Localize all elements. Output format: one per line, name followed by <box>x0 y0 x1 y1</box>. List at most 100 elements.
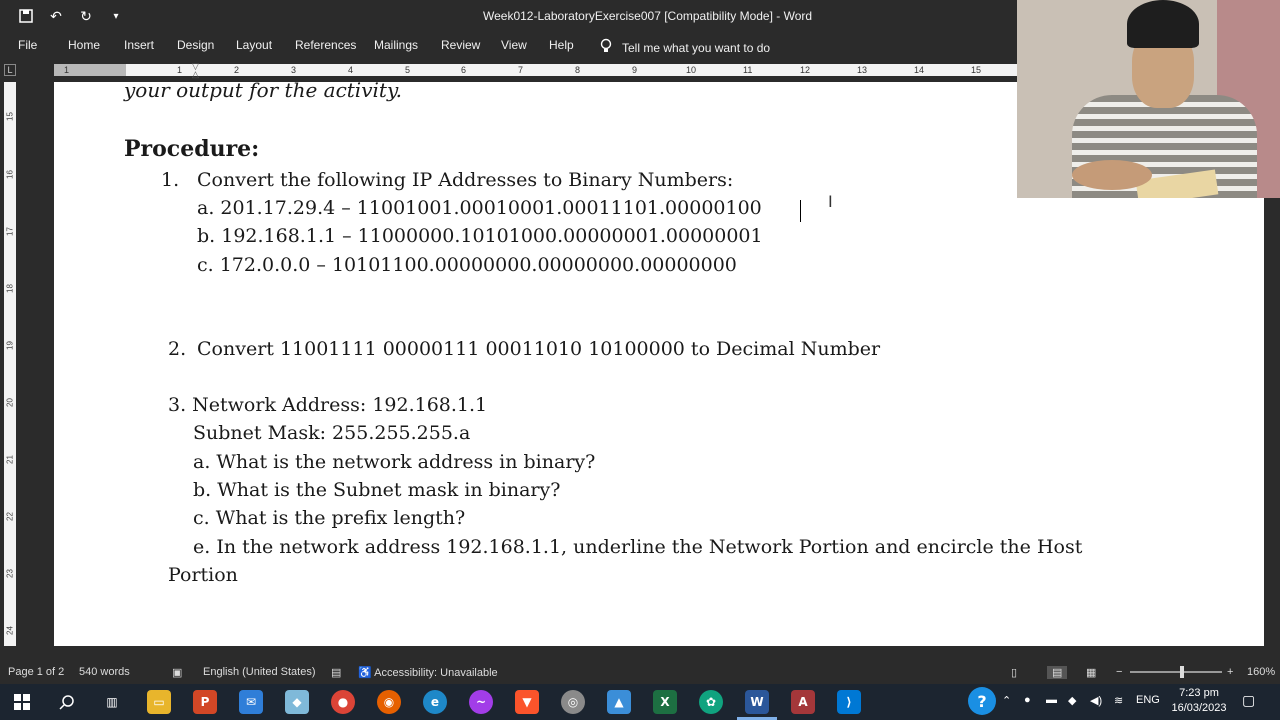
messenger-icon[interactable]: ~ <box>469 690 493 714</box>
wifi-icon[interactable]: ≋ <box>1114 694 1123 707</box>
tab-selector[interactable]: L <box>4 64 16 76</box>
notes-app-icon[interactable]: ◆ <box>285 690 309 714</box>
network-tray-icon[interactable]: ▬ <box>1046 694 1057 706</box>
input-language[interactable]: ENG <box>1136 694 1160 706</box>
ruler-number: 5 <box>405 65 411 75</box>
edge-icon[interactable]: e <box>423 690 447 714</box>
clock-time: 7:23 pm <box>1179 687 1219 699</box>
web-layout-icon[interactable]: ▦ <box>1086 666 1096 679</box>
tell-me-label: Tell me what you want to do <box>622 40 771 55</box>
vpn-app-icon[interactable]: ◎ <box>561 690 585 714</box>
tab-review[interactable]: Review <box>441 38 480 52</box>
item1-c: c. 172.0.0.0 – 10101100.00000000.0000000… <box>197 254 737 276</box>
macro-icon[interactable]: ▤ <box>331 666 341 679</box>
tab-references[interactable]: References <box>295 38 356 52</box>
webcam-person-cap <box>1127 0 1199 48</box>
photos-icon[interactable]: ▲ <box>607 690 631 714</box>
customize-qat-icon[interactable]: ▾ <box>106 6 126 26</box>
proofing-icon[interactable]: ▣ <box>172 666 182 679</box>
vruler-number: 17 <box>5 227 15 236</box>
item3-b: b. What is the Subnet mask in binary? <box>193 479 561 501</box>
ruler-number: 2 <box>234 65 240 75</box>
search-icon[interactable] <box>55 690 79 714</box>
chrome-icon[interactable]: ● <box>331 690 355 714</box>
taskbar: ▥ ▭ P ✉ ◆ ● ◉ e ~ ▼ ◎ ▲ X ✿ W A ⟩ ? ⌃ ● … <box>0 684 1280 720</box>
ruler-number: 11 <box>743 65 753 75</box>
redo-icon[interactable]: ↻ <box>76 6 96 26</box>
zoom-slider-thumb[interactable] <box>1180 666 1184 678</box>
ruler-number: 15 <box>971 65 982 75</box>
microphone-icon[interactable]: ● <box>1024 694 1031 706</box>
access-icon[interactable]: A <box>791 690 815 714</box>
ruler-number: 10 <box>686 65 697 75</box>
item3-network-address: 3. Network Address: 192.168.1.1 <box>168 394 488 416</box>
ruler-number: 6 <box>461 65 467 75</box>
brave-icon[interactable]: ▼ <box>515 690 539 714</box>
tab-mailings[interactable]: Mailings <box>374 38 418 52</box>
vruler-number: 22 <box>5 512 15 521</box>
save-icon[interactable] <box>16 6 36 26</box>
read-mode-icon[interactable]: ▯ <box>1011 666 1017 679</box>
vruler-number: 23 <box>5 569 15 578</box>
item3-c: c. What is the prefix length? <box>193 507 466 529</box>
tab-layout[interactable]: Layout <box>236 38 272 52</box>
tell-me-search[interactable]: Tell me what you want to do <box>600 38 770 57</box>
tab-file[interactable]: File <box>18 38 37 52</box>
word-count[interactable]: 540 words <box>79 666 130 678</box>
zoom-slider[interactable] <box>1130 671 1222 673</box>
vruler-number: 24 <box>5 626 15 635</box>
status-bar: Page 1 of 2 540 words ▣ English (United … <box>0 660 1280 684</box>
tab-design[interactable]: Design <box>177 38 214 52</box>
word-icon[interactable]: W <box>745 690 769 714</box>
procedure-heading: Procedure: <box>124 136 260 162</box>
firefox-icon[interactable]: ◉ <box>377 690 401 714</box>
windows-start-icon[interactable] <box>10 690 34 714</box>
item1-text: Convert the following IP Addresses to Bi… <box>197 169 734 191</box>
help-icon[interactable]: ? <box>968 687 996 715</box>
accessibility-label: Accessibility: Unavailable <box>374 667 498 679</box>
zoom-in-icon[interactable]: + <box>1227 666 1233 678</box>
tab-help[interactable]: Help <box>549 38 574 52</box>
ruler-number: 13 <box>857 65 868 75</box>
file-explorer-icon[interactable]: ▭ <box>147 690 171 714</box>
indent-marker[interactable]: ▽ △ <box>192 62 200 79</box>
language-indicator[interactable]: English (United States) <box>203 666 316 678</box>
quick-access-toolbar: ↶ ↻ ▾ <box>16 6 126 26</box>
item1-a: a. 201.17.29.4 – 11001001.00010001.00011… <box>197 197 762 219</box>
mail-icon[interactable]: ✉ <box>239 690 263 714</box>
tab-view[interactable]: View <box>501 38 527 52</box>
item3-a: a. What is the network address in binary… <box>193 451 596 473</box>
undo-icon[interactable]: ↶ <box>46 6 66 26</box>
print-layout-icon[interactable]: ▤ <box>1047 666 1068 679</box>
system-clock[interactable]: 7:23 pm 16/03/2023 <box>1168 686 1230 716</box>
powerpoint-icon[interactable]: P <box>193 690 217 714</box>
webcam-overlay <box>1017 0 1280 198</box>
accessibility-icon: ♿ <box>358 667 372 679</box>
tab-home[interactable]: Home <box>68 38 100 52</box>
clock-date: 16/03/2023 <box>1171 702 1227 714</box>
vruler-number: 19 <box>5 341 15 350</box>
tray-chevron-icon[interactable]: ⌃ <box>1002 694 1011 707</box>
notifications-icon[interactable]: ▢ <box>1242 692 1255 709</box>
vertical-ruler: 15 16 17 18 19 20 21 22 23 24 <box>4 82 16 646</box>
item2-text: Convert 11001111 00000111 00011010 10100… <box>197 338 881 360</box>
excel-icon[interactable]: X <box>653 690 677 714</box>
volume-icon[interactable]: ◀) <box>1090 694 1102 707</box>
page-count[interactable]: Page 1 of 2 <box>8 666 64 678</box>
vscode-icon[interactable]: ⟩ <box>837 690 861 714</box>
vruler-number: 15 <box>5 112 15 121</box>
accessibility-status[interactable]: ♿ Accessibility: Unavailable <box>358 666 498 679</box>
zoom-level[interactable]: 160% <box>1247 666 1275 678</box>
ruler-number: 1 <box>64 65 70 75</box>
item3-e-continued: Portion <box>168 564 238 586</box>
ruler-number: 3 <box>291 65 297 75</box>
chatgpt-icon[interactable]: ✿ <box>699 690 723 714</box>
item3-e: e. In the network address 192.168.1.1, u… <box>193 536 1083 558</box>
security-tray-icon[interactable]: ◆ <box>1068 694 1076 707</box>
task-view-icon[interactable]: ▥ <box>100 690 124 714</box>
zoom-out-icon[interactable]: − <box>1116 666 1122 678</box>
lightbulb-icon <box>600 38 612 57</box>
tab-insert[interactable]: Insert <box>124 38 154 52</box>
vruler-number: 18 <box>5 284 15 293</box>
intro-text: your output for the activity. <box>124 82 402 102</box>
